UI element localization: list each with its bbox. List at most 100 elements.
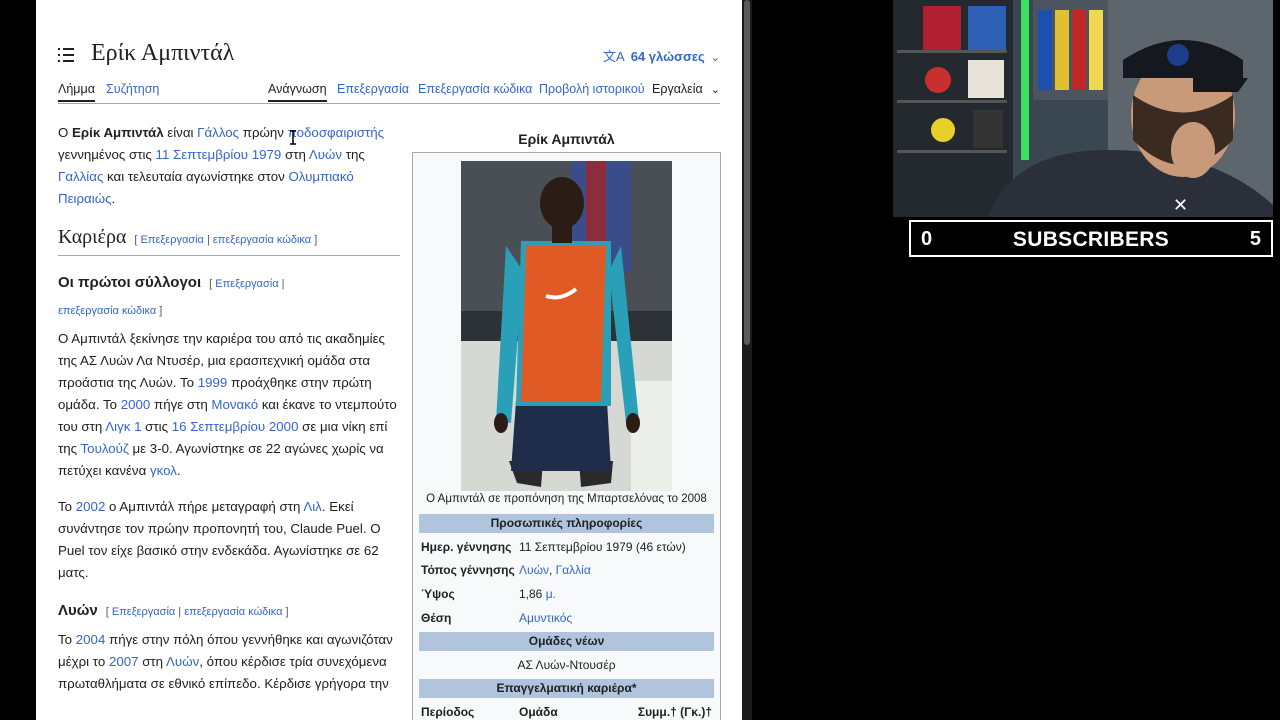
player-photo-graphic bbox=[461, 161, 672, 491]
translate-icon: 文A bbox=[603, 49, 625, 64]
section-heading-lyon: Λυών [ Επεξεργασία | επεξεργασία κώδικα ] bbox=[58, 598, 400, 625]
link-lyon-club[interactable]: Λυών bbox=[166, 654, 199, 669]
edit-section-link[interactable]: Επεξεργασία bbox=[112, 606, 175, 618]
height-label: Ύψος bbox=[421, 587, 455, 601]
tab-read[interactable]: Ανάγνωση bbox=[268, 82, 327, 102]
link-monaco[interactable]: Μονακό bbox=[211, 397, 258, 412]
position-value-link[interactable]: Αμυντικός bbox=[519, 608, 572, 628]
player-photo[interactable] bbox=[461, 161, 672, 491]
text: . bbox=[176, 463, 181, 478]
table-of-contents-icon[interactable] bbox=[58, 48, 74, 62]
subscriber-counter: 0 SUBSCRIBERS 5 bbox=[909, 220, 1273, 257]
section-heading-first-clubs: Οι πρώτοι σύλλογοι[ Επεξεργασία | επεξεργ… bbox=[58, 270, 400, 324]
tab-edit-source[interactable]: Επεξεργασία κώδικα bbox=[418, 82, 532, 96]
link-goal[interactable]: γκολ bbox=[150, 463, 177, 478]
youth-team-row: ΑΣ Λυών-Ντουσέρ bbox=[419, 655, 714, 675]
close-icon[interactable]: ✕ bbox=[1173, 196, 1188, 214]
text-cursor-icon bbox=[290, 130, 296, 145]
link-birth-date[interactable]: 11 Σεπτεμβρίου bbox=[156, 147, 249, 162]
tab-talk[interactable]: Συζήτηση bbox=[106, 82, 159, 96]
edit-source-section-link[interactable]: επεξεργασία κώδικα bbox=[213, 234, 311, 246]
paragraph-lille: Το 2002 ο Αμπιντάλ πήρε μεταγραφή στη Λι… bbox=[58, 496, 400, 584]
link-2004[interactable]: 2004 bbox=[76, 632, 106, 647]
height-row: Ύψος 1,86 μ. bbox=[419, 584, 714, 604]
text: είναι bbox=[163, 125, 198, 140]
link-ligue-1[interactable]: Λιγκ 1 bbox=[105, 419, 141, 434]
tab-edit[interactable]: Επεξεργασία bbox=[337, 82, 409, 96]
career-heading: Καριέρα bbox=[58, 226, 127, 248]
link-2007[interactable]: 2007 bbox=[109, 654, 139, 669]
pro-career-header: Επαγγελματική καριέρα* bbox=[419, 679, 714, 698]
first-clubs-heading: Οι πρώτοι σύλλογοι bbox=[58, 274, 202, 291]
youth-team-value: ΑΣ Λυών-Ντουσέρ bbox=[517, 658, 616, 672]
intro-paragraph: Ο Ερίκ Αμπιντάλ είναι Γάλλος πρώην ποδοσ… bbox=[58, 122, 400, 210]
birthplace-label: Τόπος γέννησης bbox=[421, 563, 515, 577]
tab-article[interactable]: Λήμμα bbox=[58, 82, 95, 102]
link-footballer[interactable]: ποδοσφαιριστής bbox=[288, 125, 384, 140]
birth-date-label: Ημερ. γέννησης bbox=[421, 540, 512, 554]
photo-caption: Ο Αμπιντάλ σε προπόνηση της Μπαρτσελόνας… bbox=[426, 493, 707, 505]
personal-info-header: Προσωπικές πληροφορίες bbox=[419, 514, 714, 533]
text: Το bbox=[58, 632, 76, 647]
languages-label: 64 γλώσσες bbox=[630, 49, 705, 64]
article-body: Ο Ερίκ Αμπιντάλ είναι Γάλλος πρώην ποδοσ… bbox=[58, 122, 400, 709]
webcam-graphic bbox=[893, 0, 1273, 217]
separator: , bbox=[548, 563, 556, 577]
wikipedia-page: Ερίκ Αμπιντάλ 文A 64 γλώσσες ⌄ Λήμμα Συζήτη… bbox=[36, 0, 742, 720]
height-number: 1,86 bbox=[519, 587, 546, 601]
text: . bbox=[111, 191, 116, 206]
link-toulouse[interactable]: Τουλούζ bbox=[81, 441, 129, 456]
infobox: Ο Αμπιντάλ σε προπόνηση της Μπαρτσελόνας… bbox=[412, 152, 721, 720]
link-debut-date[interactable]: 16 Σεπτεμβρίου 2000 bbox=[172, 419, 299, 434]
subscribers-label: SUBSCRIBERS bbox=[1012, 228, 1170, 251]
webcam-overlay: ✕ bbox=[893, 0, 1273, 217]
career-columns-row: Περίοδος Ομάδα Συμμ.† (Γκ.)† bbox=[419, 702, 714, 720]
edit-source-section-link[interactable]: επεξεργασία κώδικα bbox=[184, 606, 282, 618]
chevron-down-icon: ⌄ bbox=[710, 52, 720, 64]
lyon-heading: Λυών bbox=[58, 602, 98, 619]
title-row: Ερίκ Αμπιντάλ 文A 64 γλώσσες ⌄ bbox=[58, 38, 720, 72]
birthplace-row: Τόπος γέννησης Λυών, Γαλλία bbox=[419, 560, 714, 580]
link-2002[interactable]: 2002 bbox=[76, 499, 106, 514]
position-label: Θέση bbox=[421, 611, 452, 625]
tools-label: Εργαλεία bbox=[652, 82, 703, 96]
height-unit-link[interactable]: μ. bbox=[546, 587, 556, 601]
link-2000[interactable]: 2000 bbox=[121, 397, 151, 412]
text: της bbox=[342, 147, 365, 162]
edit-links: [ Επεξεργασία | επεξεργασία κώδικα ] bbox=[134, 234, 318, 246]
link-french[interactable]: Γάλλος bbox=[197, 125, 239, 140]
link-lyon[interactable]: Λυών bbox=[309, 147, 342, 162]
page-title: Ερίκ Αμπιντάλ bbox=[91, 40, 235, 66]
youth-teams-header: Ομάδες νέων bbox=[419, 632, 714, 651]
birthplace-country-link[interactable]: Γαλλία bbox=[556, 563, 591, 577]
text: στη bbox=[281, 147, 309, 162]
height-value: 1,86 μ. bbox=[519, 584, 556, 604]
link-lille[interactable]: Λιλ bbox=[303, 499, 322, 514]
scrollbar-thumb[interactable] bbox=[744, 0, 750, 345]
col-period: Περίοδος bbox=[421, 705, 475, 719]
section-heading-career: Καριέρα [ Επεξεργασία | επεξεργασία κώδικ… bbox=[58, 224, 400, 256]
link-france[interactable]: Γαλλίας bbox=[58, 169, 103, 184]
page-tabs: Λήμμα Συζήτηση Ανάγνωση Επεξεργασία Επεξ… bbox=[58, 82, 720, 104]
text: γεννημένος στις bbox=[58, 147, 156, 162]
paragraph-lyon: Το 2004 πήγε στην πόλη όπου γεννήθηκε κα… bbox=[58, 629, 400, 695]
text: και τελευταία αγωνίστηκε στον bbox=[103, 169, 289, 184]
text: στη bbox=[138, 654, 167, 669]
tab-history[interactable]: Προβολή ιστορικού bbox=[539, 82, 645, 96]
edit-source-section-link[interactable]: επεξεργασία κώδικα bbox=[58, 305, 156, 317]
subscriber-count-right: 5 bbox=[1249, 228, 1261, 250]
edit-section-link[interactable]: Επεξεργασία bbox=[215, 278, 278, 290]
col-apps: Συμμ.† (Γκ.)† bbox=[637, 705, 712, 719]
birthplace-value: Λυών, Γαλλία bbox=[519, 560, 591, 580]
text: στις bbox=[141, 419, 172, 434]
position-row: Θέση Αμυντικός bbox=[419, 608, 714, 628]
languages-button[interactable]: 文A 64 γλώσσες ⌄ bbox=[603, 46, 720, 65]
paragraph-first-clubs: Ο Αμπιντάλ ξεκίνησε την καριέρα του από … bbox=[58, 328, 400, 482]
link-1999[interactable]: 1999 bbox=[198, 375, 228, 390]
birthplace-city-link[interactable]: Λυών bbox=[519, 563, 549, 577]
edit-section-link[interactable]: Επεξεργασία bbox=[141, 234, 204, 246]
tab-tools[interactable]: Εργαλεία ⌄ bbox=[652, 82, 720, 96]
text: Ο bbox=[58, 125, 73, 140]
birth-date-row: Ημερ. γέννησης 11 Σεπτεμβρίου 1979 (46 ετ… bbox=[419, 537, 714, 557]
link-birth-year[interactable]: 1979 bbox=[252, 147, 282, 162]
